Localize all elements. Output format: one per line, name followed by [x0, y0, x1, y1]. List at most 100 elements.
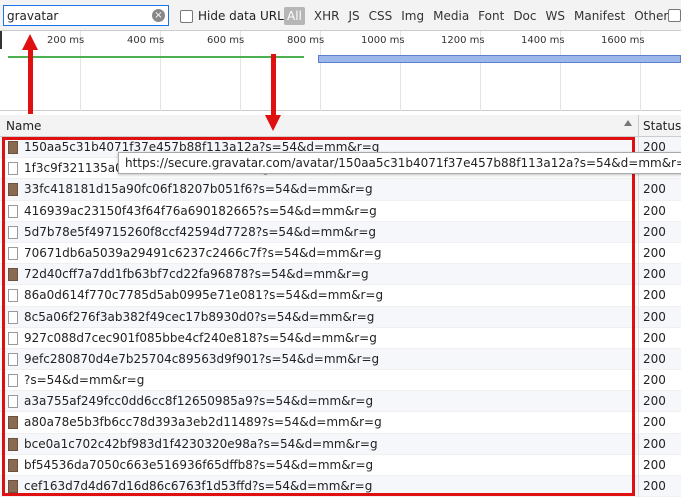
- table-row[interactable]: 5d7b78e5f49715260f8ccf42594d7728?s=54&d=…: [0, 221, 681, 243]
- request-status: 200: [643, 182, 666, 197]
- column-divider: [638, 242, 639, 264]
- table-row[interactable]: 72d40cff7a7dd1fb63bf7cd22fa96878?s=54&d=…: [0, 264, 681, 286]
- filter-type-css[interactable]: CSS: [369, 9, 393, 23]
- request-status: 200: [643, 267, 666, 282]
- filter-search-input[interactable]: [4, 6, 144, 25]
- overview-green-bar: [8, 56, 304, 58]
- table-row[interactable]: 9efc280870d4e7b25704c89563d9f901?s=54&d=…: [0, 348, 681, 371]
- request-status: 200: [643, 415, 666, 430]
- overview-tick-label: 1400 ms: [521, 35, 565, 46]
- sort-ascending-icon[interactable]: [624, 120, 632, 126]
- column-divider: [638, 327, 639, 349]
- filter-type-all[interactable]: All: [284, 7, 305, 25]
- resource-type-filters: All XHR JS CSS Img Media Font Doc WS Man…: [284, 7, 677, 25]
- filter-type-ws[interactable]: WS: [546, 9, 565, 23]
- request-status: 200: [643, 457, 666, 472]
- request-list: 150aa5c31b4071f37e457b88f113a12a?s=54&d=…: [0, 137, 681, 498]
- table-row[interactable]: bf54536da7050c663e516936f65dffb8?s=54&d=…: [0, 454, 681, 476]
- column-divider: [638, 348, 639, 370]
- table-row[interactable]: a80a78e5b3fb6cc78d393a3eb2d11489?s=54&d=…: [0, 412, 681, 434]
- file-icon: [8, 225, 18, 239]
- image-file-icon: [8, 416, 18, 430]
- request-name: a80a78e5b3fb6cc78d393a3eb2d11489?s=54&d=…: [24, 415, 382, 430]
- request-name: 5d7b78e5f49715260f8ccf42594d7728?s=54&d=…: [24, 224, 377, 239]
- request-name: 416939ac23150f43f64f76a690182665?s=54&d=…: [24, 203, 377, 218]
- filter-type-doc[interactable]: Doc: [513, 9, 536, 23]
- table-row[interactable]: 8c5a06f276f3ab382f49cec17b8930d0?s=54&d=…: [0, 306, 681, 328]
- annotation-arrow-up: [28, 48, 33, 114]
- table-row[interactable]: bce0a1c702c42bf983d1f4230320e98a?s=54&d=…: [0, 433, 681, 455]
- request-status: 200: [643, 203, 666, 218]
- column-divider: [638, 264, 639, 286]
- filter-type-media[interactable]: Media: [433, 9, 469, 23]
- filter-type-xhr[interactable]: XHR: [314, 9, 340, 23]
- image-file-icon: [8, 437, 18, 451]
- filter-search-box[interactable]: ×: [3, 5, 169, 26]
- table-row[interactable]: 416939ac23150f43f64f76a690182665?s=54&d=…: [0, 200, 681, 222]
- column-divider: [638, 200, 639, 222]
- hide-data-urls-toggle[interactable]: Hide data URLs: [180, 9, 290, 23]
- overview-tick-label: 800 ms: [287, 35, 325, 46]
- name-column-header[interactable]: Name: [6, 119, 41, 133]
- request-name: ?s=54&d=mm&r=g: [24, 373, 145, 388]
- table-row[interactable]: 33fc418181d15a90fc06f18207b051f6?s=54&d=…: [0, 179, 681, 201]
- column-divider[interactable]: [638, 115, 639, 137]
- column-divider: [638, 179, 639, 201]
- file-icon: [8, 246, 18, 260]
- annotation-arrow-up-head: [22, 34, 38, 50]
- filter-type-img[interactable]: Img: [401, 9, 424, 23]
- request-status: 200: [643, 245, 666, 260]
- file-icon: [8, 331, 18, 345]
- network-overview-timeline[interactable]: 200 ms 400 ms 600 ms 800 ms 1000 ms 1200…: [0, 31, 681, 111]
- column-divider: [638, 221, 639, 243]
- request-status: 200: [643, 436, 666, 451]
- overview-cursor: [0, 31, 2, 49]
- request-status: 200: [643, 373, 666, 388]
- file-icon: [8, 162, 18, 176]
- overview-tick-label: 1600 ms: [601, 35, 645, 46]
- file-icon: [8, 352, 18, 366]
- table-row[interactable]: a3a755af249fcc0dd6cc8f12650985a9?s=54&d=…: [0, 391, 681, 413]
- extra-filter-checkbox[interactable]: [668, 9, 681, 22]
- status-column-header[interactable]: Status: [643, 119, 681, 133]
- filter-type-js[interactable]: JS: [348, 9, 359, 23]
- request-status: 200: [643, 288, 666, 303]
- table-row[interactable]: cef163d7d4d67d16d86c6763f1d53ffd?s=54&d=…: [0, 476, 681, 498]
- annotation-arrow-down-head: [265, 115, 281, 131]
- clear-search-icon[interactable]: ×: [152, 9, 165, 22]
- request-status: 200: [643, 394, 666, 409]
- file-icon: [8, 204, 18, 218]
- table-row[interactable]: 927c088d7cec901f085bbe4cf240e818?s=54&d=…: [0, 327, 681, 349]
- image-file-icon: [8, 183, 18, 197]
- table-row[interactable]: 86a0d614f770c7785d5ab0995e71e081?s=54&d=…: [0, 285, 681, 307]
- column-divider: [638, 306, 639, 328]
- request-status: 200: [643, 479, 666, 493]
- filter-type-other[interactable]: Other: [634, 9, 668, 23]
- file-icon: [8, 374, 18, 388]
- filter-toolbar: × Hide data URLs All XHR JS CSS Img Medi…: [0, 0, 681, 31]
- request-status: 200: [643, 224, 666, 239]
- table-row[interactable]: 70671db6a5039a29491c6237c2466c7f?s=54&d=…: [0, 242, 681, 265]
- request-name: cef163d7d4d67d16d86c6763f1d53ffd?s=54&d=…: [24, 479, 373, 493]
- hide-data-urls-checkbox[interactable]: [180, 9, 193, 23]
- request-name: bf54536da7050c663e516936f65dffb8?s=54&d=…: [24, 457, 374, 472]
- request-name: 72d40cff7a7dd1fb63bf7cd22fa96878?s=54&d=…: [24, 267, 369, 282]
- column-divider: [638, 285, 639, 307]
- column-divider: [638, 391, 639, 413]
- overview-tick-label: 400 ms: [127, 35, 165, 46]
- request-name: 927c088d7cec901f085bbe4cf240e818?s=54&d=…: [24, 330, 377, 345]
- url-tooltip: https://secure.gravatar.com/avatar/150aa…: [118, 152, 681, 174]
- request-name: 9efc280870d4e7b25704c89563d9f901?s=54&d=…: [24, 351, 380, 366]
- image-file-icon: [8, 458, 18, 472]
- overview-tick-label: 200 ms: [47, 35, 85, 46]
- column-divider: [638, 454, 639, 476]
- table-row[interactable]: ?s=54&d=mm&r=g 200: [0, 370, 681, 392]
- column-divider: [638, 433, 639, 455]
- filter-type-manifest[interactable]: Manifest: [574, 9, 625, 23]
- file-icon: [8, 289, 18, 303]
- column-divider: [638, 370, 639, 392]
- hide-data-urls-label: Hide data URLs: [198, 9, 291, 23]
- request-name: a3a755af249fcc0dd6cc8f12650985a9?s=54&d=…: [24, 394, 374, 409]
- column-divider: [638, 476, 639, 497]
- filter-type-font[interactable]: Font: [478, 9, 504, 23]
